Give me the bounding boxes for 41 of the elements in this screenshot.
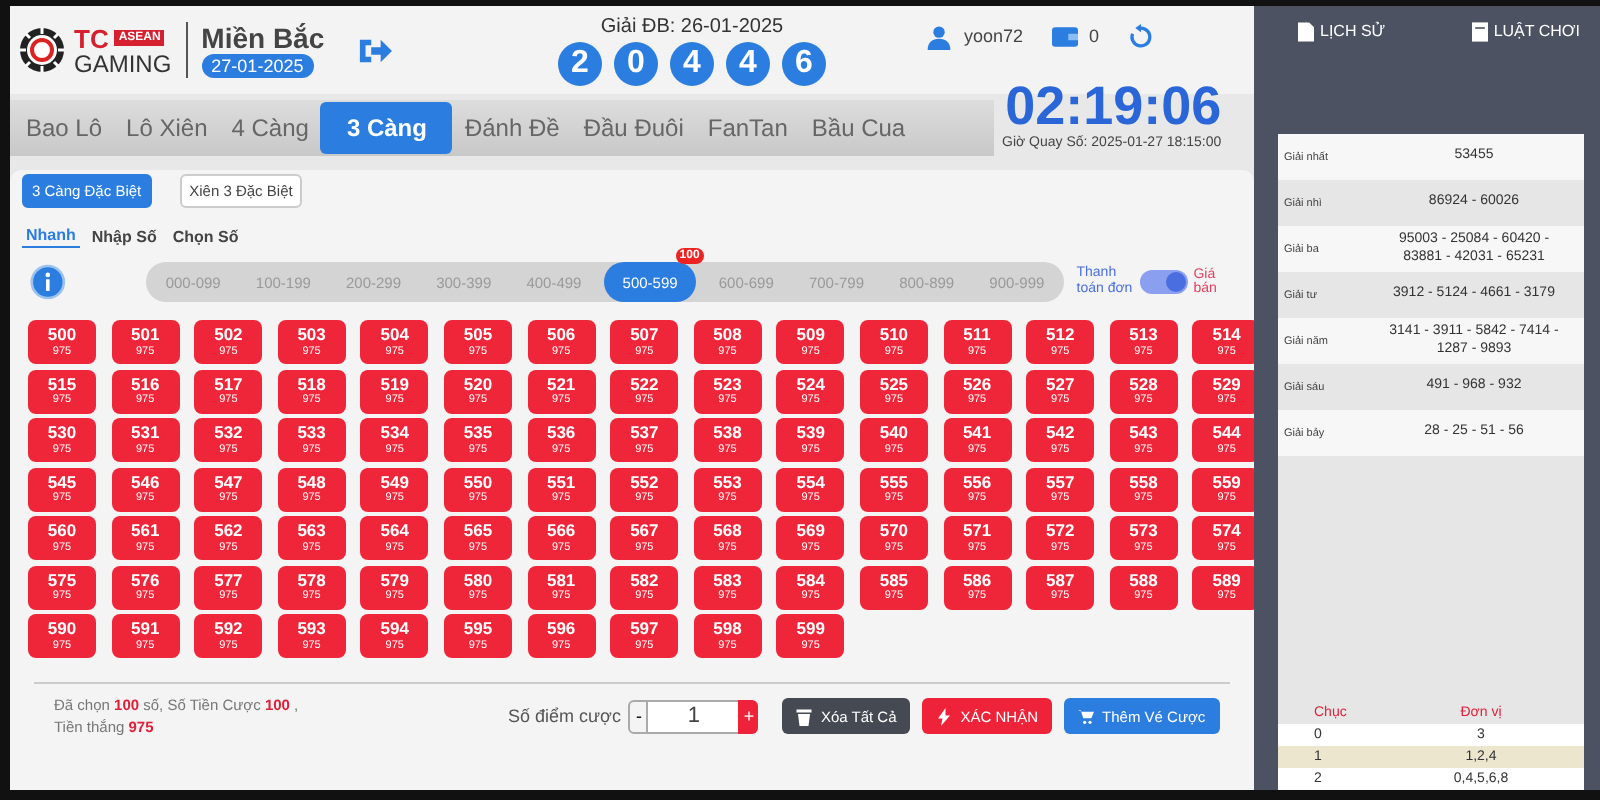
plus-button[interactable]: + bbox=[738, 699, 759, 733]
mode-tab[interactable]: Nhanh bbox=[22, 226, 80, 248]
prize-digit: 0 bbox=[614, 41, 658, 85]
book-icon bbox=[1471, 22, 1488, 42]
refresh-icon[interactable] bbox=[1127, 23, 1154, 49]
brand-short: TC bbox=[74, 25, 109, 51]
chip-logo-icon bbox=[18, 26, 66, 74]
cart-icon bbox=[1078, 707, 1095, 725]
countdown: 02:19:06 bbox=[1005, 78, 1222, 136]
info-icon[interactable] bbox=[30, 264, 66, 300]
mode-tab[interactable]: Chọn Số bbox=[168, 226, 243, 248]
game-tab[interactable]: Đánh Đề bbox=[452, 102, 572, 154]
document-icon bbox=[1298, 22, 1314, 42]
stake-label: Số điểm cược bbox=[508, 706, 621, 726]
game-tab[interactable]: FanTan bbox=[695, 102, 800, 154]
game-tab[interactable]: Bao Lô bbox=[14, 102, 115, 154]
brand-name: GAMING bbox=[74, 51, 172, 75]
game-tab[interactable]: 3 Càng bbox=[320, 102, 453, 154]
prize-digit: 6 bbox=[782, 41, 826, 85]
wallet-icon bbox=[1051, 23, 1078, 49]
mode-tab[interactable]: Nhập Số bbox=[87, 226, 161, 248]
game-tab[interactable]: 4 Càng bbox=[219, 102, 321, 154]
prize-digit: 2 bbox=[558, 41, 602, 85]
game-tab[interactable]: Đầu Đuôi bbox=[571, 102, 696, 154]
game-tab[interactable]: Lô Xiên bbox=[114, 102, 220, 154]
side-tab[interactable]: LỊCH SỬ bbox=[1298, 22, 1386, 46]
user-icon bbox=[926, 23, 952, 49]
prize-digit: 4 bbox=[670, 41, 714, 85]
minus-button[interactable]: - bbox=[628, 699, 649, 733]
trash-icon bbox=[796, 707, 813, 725]
prize-digit: 4 bbox=[726, 41, 770, 85]
lightning-icon bbox=[936, 707, 953, 725]
toggle-switch[interactable] bbox=[1139, 270, 1188, 294]
game-tab[interactable]: Bầu Cua bbox=[799, 102, 918, 154]
date-pill: 27-01-2025 bbox=[201, 54, 314, 78]
side-tab[interactable]: LUẬT CHƠI bbox=[1471, 22, 1580, 46]
balance: 0 bbox=[1089, 26, 1100, 46]
region-name: Miền Bắc bbox=[201, 22, 325, 54]
stake-input[interactable]: 1 bbox=[648, 699, 739, 733]
username: yoon72 bbox=[964, 26, 1024, 46]
prize-label: Giải ĐB: 26-01-2025 bbox=[600, 15, 784, 37]
